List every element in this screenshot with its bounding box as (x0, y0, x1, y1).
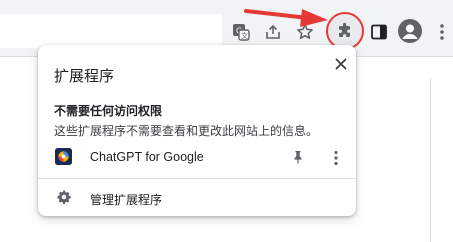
access-section-heading: 不需要任何访问权限 (54, 104, 163, 118)
access-section-description: 这些扩展程序不需要查看和更改此网站上的信息。 (54, 124, 319, 138)
manage-extensions-label: 管理扩展程序 (90, 193, 163, 207)
extensions-puzzle-icon (339, 22, 350, 37)
profile-avatar-icon[interactable] (398, 19, 422, 43)
chatgpt-for-google-logo (55, 148, 72, 165)
popup-divider (38, 178, 356, 179)
manage-extensions-button[interactable]: 管理扩展程序 (38, 185, 356, 211)
extensions-popup: 扩展程序 不需要任何访问权限 这些扩展程序不需要查看和更改此网站上的信息。 Ch… (38, 45, 356, 216)
side-panel-icon[interactable] (370, 23, 388, 41)
close-icon[interactable] (333, 56, 349, 72)
address-bar[interactable] (0, 14, 222, 48)
pin-icon[interactable] (290, 149, 306, 165)
browser-window: G 文 (0, 0, 453, 242)
extension-name: ChatGPT for Google (90, 150, 204, 164)
popup-title: 扩展程序 (54, 68, 115, 85)
annotation-arrow-icon (244, 9, 328, 27)
gear-icon (57, 190, 71, 205)
svg-text:文: 文 (241, 31, 248, 40)
more-options-icon[interactable] (332, 149, 340, 167)
page-content-edge (430, 78, 453, 242)
extension-item[interactable]: ChatGPT for Google (38, 145, 356, 171)
menu-dots-icon[interactable] (433, 22, 451, 42)
